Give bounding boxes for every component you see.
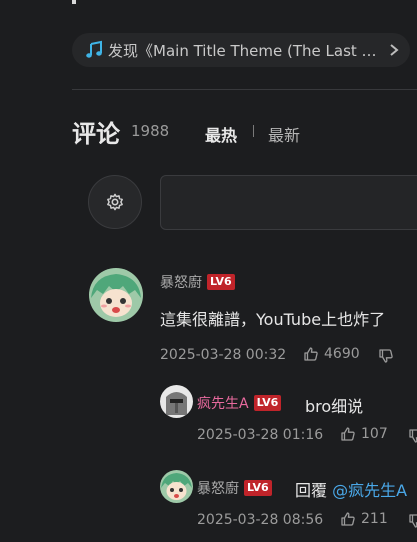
reply-time: 2025-03-28 01:16 [197,427,324,443]
like-count: 211 [361,511,388,527]
chevron-right-icon [390,44,399,56]
my-avatar[interactable] [88,175,142,229]
like-count: 107 [361,426,388,442]
comment-time: 2025-03-28 00:32 [160,347,287,363]
comment-author-row: 暴怒廚 LV6 [160,272,235,292]
comment-input[interactable] [160,175,417,230]
reply-author-row: 暴怒廚 LV6 [197,478,272,498]
level-badge: LV6 [253,395,282,411]
reply-author-row: 疯先生A LV6 [197,393,282,413]
thumbs-down-icon[interactable] [408,428,417,444]
reply-text: 回覆 @疯先生A [295,477,407,501]
comments-count: 1988 [131,122,170,140]
avatar[interactable] [160,470,193,503]
thumbs-down-icon[interactable] [378,348,394,364]
level-badge: LV6 [244,480,272,496]
divider [72,89,417,90]
comment-text: 這集很離譜，YouTube上也炸了 [160,310,386,329]
username[interactable]: 疯先生A [197,393,249,413]
knight-avatar-image [160,385,193,418]
username[interactable]: 暴怒廚 [197,478,239,498]
thumbs-down-icon[interactable] [408,513,417,529]
thumbs-up-icon [341,427,355,441]
avatar[interactable] [160,385,193,418]
anime-avatar-image [160,470,193,503]
like-button[interactable]: 211 [340,511,388,527]
comments-title: 评论 [72,120,120,148]
gear-icon [107,193,123,211]
top-edge-mark [72,0,76,4]
reply-text: bro细说 [305,397,364,416]
music-note-icon [86,40,102,58]
thumbs-up-icon [304,347,318,361]
like-button[interactable]: 4690 [303,346,360,362]
sort-hot-tab[interactable]: 最热 [205,122,237,146]
username[interactable]: 暴怒廚 [160,272,202,292]
sort-new-tab[interactable]: 最新 [268,122,300,146]
music-discovery-bar[interactable]: 发现《Main Title Theme (The Last E... [72,33,410,67]
reply-time: 2025-03-28 08:56 [197,512,324,528]
mention-link[interactable]: @疯先生A [332,481,407,500]
reply-prefix: 回覆 [295,481,328,500]
like-button[interactable]: 107 [340,426,388,442]
anime-avatar-image [89,268,143,322]
thumbs-up-icon [341,512,355,526]
like-count: 4690 [324,346,360,362]
music-title: 发现《Main Title Theme (The Last E... [108,41,382,60]
sort-separator [253,125,254,137]
level-badge: LV6 [207,274,235,290]
avatar[interactable] [89,268,143,322]
